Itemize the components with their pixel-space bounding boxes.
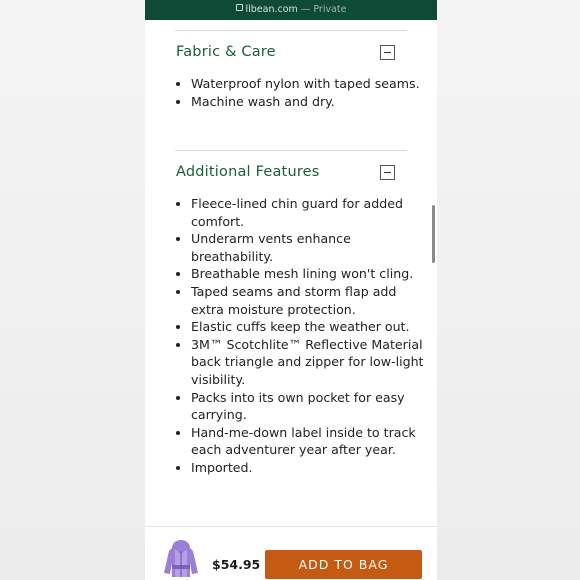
divider (175, 30, 407, 31)
background-right (437, 0, 580, 580)
list-item: Fleece-lined chin guard for added comfor… (191, 195, 427, 230)
url-domain: llbean.com (245, 4, 298, 15)
section-title-fabric-care[interactable]: Fabric & Care (176, 44, 276, 60)
url-separator: — (300, 4, 311, 15)
lock-icon (235, 4, 243, 11)
browser-url-bar[interactable]: llbean.com — Private (145, 0, 437, 20)
list-item: 3M™ Scotchlite™ Reflective Material back… (191, 336, 427, 389)
list-item: Imported. (191, 459, 427, 477)
list-item: Hand-me-down label inside to track each … (191, 424, 427, 459)
purple-jacket-thumbnail[interactable] (161, 537, 201, 579)
section-title-additional-features[interactable]: Additional Features (176, 164, 320, 180)
list-item: Elastic cuffs keep the weather out. (191, 318, 427, 336)
list-item: Breathable mesh lining won't cling. (191, 265, 427, 283)
list-item: Waterproof nylon with taped seams. (191, 75, 427, 93)
scrollbar[interactable] (432, 205, 435, 263)
fabric-care-list: Waterproof nylon with taped seams. Machi… (175, 75, 427, 110)
add-to-bag-button[interactable]: ADD TO BAG (265, 550, 422, 579)
list-item: Taped seams and storm flap add extra moi… (191, 283, 427, 318)
background-left (0, 0, 145, 580)
list-item: Machine wash and dry. (191, 93, 427, 111)
private-mode-label: Private (313, 4, 347, 15)
list-item: Packs into its own pocket for easy carry… (191, 389, 427, 424)
add-to-bag-bar: $54.95 ADD TO BAG (145, 526, 437, 580)
minus-icon[interactable] (380, 45, 395, 60)
list-item: Underarm vents enhance breathability. (191, 230, 427, 265)
phone-screen: llbean.com — Private Fabric & Care Water… (145, 0, 437, 580)
minus-icon[interactable] (380, 165, 395, 180)
divider (175, 150, 407, 151)
additional-features-list: Fleece-lined chin guard for added comfor… (175, 195, 427, 477)
product-price: $54.95 (212, 557, 261, 572)
